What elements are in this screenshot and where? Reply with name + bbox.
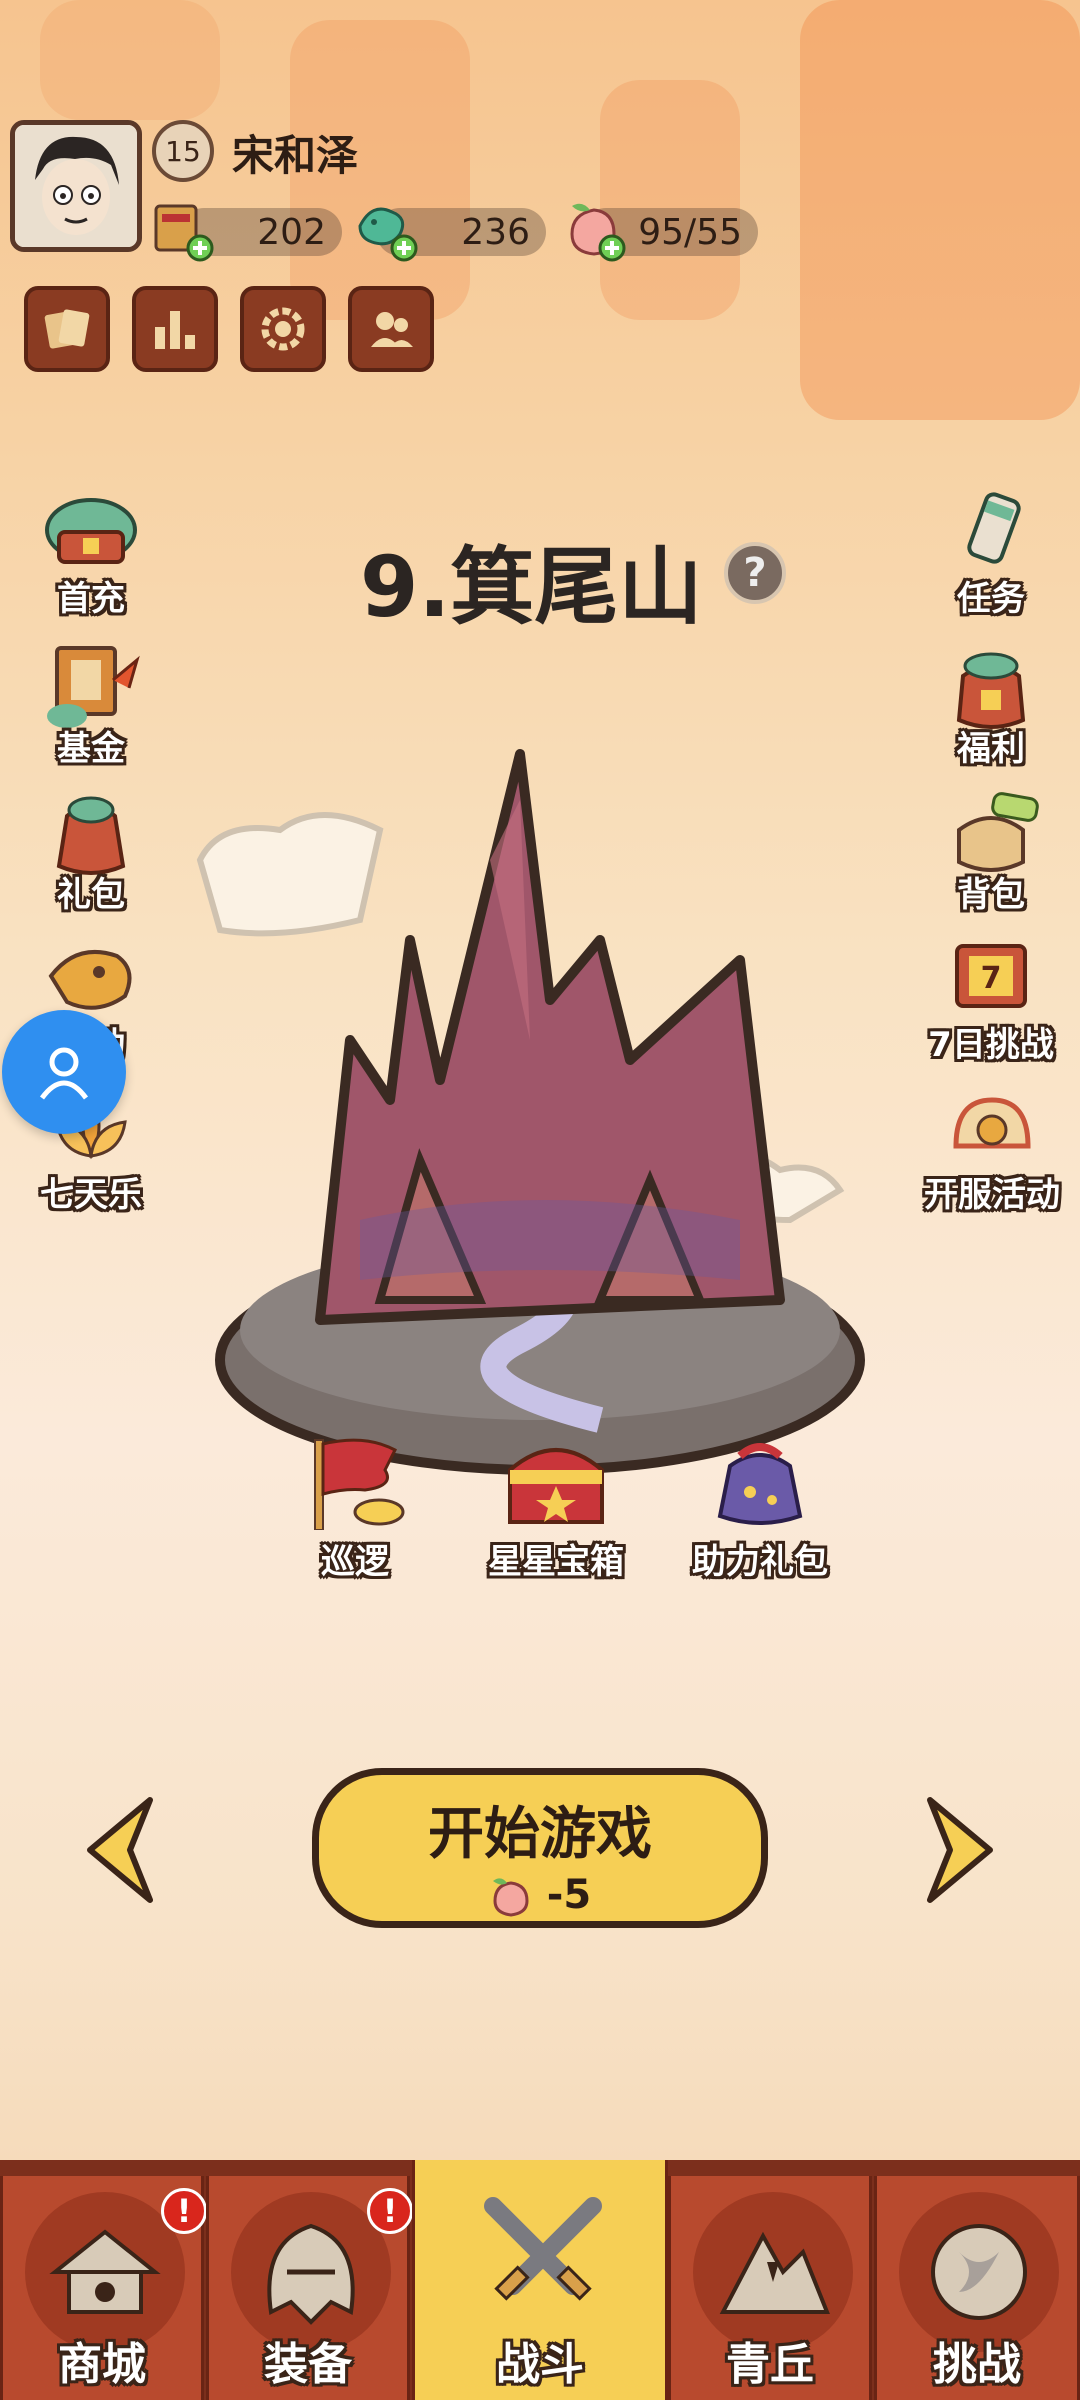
patrol-label: 巡逻 [321, 1542, 389, 1582]
nav-tab-label: 挑战 [933, 2339, 1021, 2390]
crossed-swords-icon [463, 2176, 623, 2336]
side-item-label: 背包 [957, 875, 1025, 915]
side-item-label: 礼包 [57, 875, 125, 915]
help-icon[interactable]: ? [724, 542, 786, 604]
start-game-cost-value: -5 [546, 1872, 592, 1918]
assist-gift-button[interactable]: 助力礼包 [680, 1430, 840, 1583]
side-item-label: 7日挑战 [928, 1025, 1054, 1065]
star-chest-icon [508, 1448, 604, 1524]
mountain-map-illustration [196, 749, 865, 1475]
side-item-label: 基金 [57, 729, 125, 769]
side-item-label: 开服活动 [924, 1175, 1060, 1215]
star-chest-label: 星星宝箱 [488, 1542, 624, 1582]
nav-tab-label: 商城 [58, 2339, 146, 2390]
nav-tab-shop[interactable]: ! 商城 [0, 2176, 207, 2400]
side-item-server-event[interactable]: 开服活动 [906, 1086, 1078, 1216]
side-item-backpack[interactable]: 背包 [916, 786, 1066, 916]
side-item-welfare[interactable]: 福利 [916, 640, 1066, 770]
assist-gift-label: 助力礼包 [692, 1542, 828, 1582]
help-glyph: ? [743, 550, 767, 596]
patrol-button[interactable]: 巡逻 [290, 1430, 420, 1583]
nav-tab-qingqiu[interactable]: 青丘 [668, 2176, 872, 2400]
side-item-tasks[interactable]: 任务 [916, 490, 1066, 620]
friends-button[interactable] [348, 286, 434, 372]
peach-icon [570, 203, 626, 262]
side-item-label: 福利 [957, 729, 1025, 769]
side-item-first-recharge[interactable]: 首充 [16, 490, 166, 620]
player-name: 宋和泽 [232, 131, 359, 180]
nav-tab-label: 战斗 [496, 2339, 584, 2390]
resource-jade-value: 236 [461, 211, 530, 253]
player-avatar[interactable] [10, 120, 142, 252]
start-game-label: 开始游戏 [428, 1802, 652, 1867]
background-lantern [40, 0, 220, 120]
assist-gift-bag-icon [717, 1443, 803, 1525]
patrol-flag-icon [314, 1438, 405, 1531]
side-item-label: 七天乐 [40, 1175, 142, 1215]
resource-peach-value: 95/55 [638, 211, 742, 253]
side-item-label: 首充 [57, 579, 125, 619]
ranking-button[interactable] [132, 286, 218, 372]
nav-tab-label: 青丘 [726, 2339, 814, 2390]
background-lantern [800, 0, 1080, 420]
star-chest-button[interactable]: 星星宝箱 [476, 1430, 636, 1583]
avatar-face-icon [15, 125, 137, 247]
peach-cost-icon [492, 1878, 529, 1917]
resource-ticket-value: 202 [257, 211, 326, 253]
start-game-button[interactable]: 开始游戏 -5 [312, 1768, 768, 1928]
nav-tab-label: 装备 [264, 2339, 352, 2390]
user-icon [39, 1047, 89, 1100]
stage-title: 9.箕尾山 [360, 538, 703, 636]
side-item-label: 任务 [957, 579, 1025, 619]
nav-tab-challenge[interactable]: 挑战 [874, 2176, 1080, 2400]
side-item-7day-challenge[interactable]: 7 7日挑战 [910, 936, 1072, 1066]
rank-bars-icon [155, 311, 195, 349]
settings-button[interactable] [240, 286, 326, 372]
nav-tab-battle[interactable]: 战斗 [412, 2160, 668, 2400]
ticket-icon [154, 204, 214, 262]
player-level: 15 [165, 134, 201, 168]
settings-gear-icon [261, 307, 305, 351]
player-level-badge: 15 [152, 120, 214, 182]
equipment-alert-badge: ! [367, 2188, 413, 2234]
prev-stage-arrow[interactable] [80, 1790, 160, 1910]
shop-alert-badge: ! [161, 2188, 207, 2234]
jade-dragon-icon [358, 207, 418, 262]
nav-tab-equipment[interactable]: ! 装备 [206, 2176, 413, 2400]
next-stage-arrow[interactable] [920, 1790, 1000, 1910]
svg-text:7: 7 [981, 961, 1002, 996]
start-game-cost: -5 [319, 1872, 761, 1919]
cards-icon [44, 309, 90, 349]
floating-user-button[interactable] [2, 1010, 126, 1134]
side-item-fund[interactable]: 基金 [16, 640, 166, 770]
side-item-gift-pack[interactable]: 礼包 [16, 786, 166, 916]
cards-button[interactable] [24, 286, 110, 372]
friends-icon [371, 312, 413, 347]
